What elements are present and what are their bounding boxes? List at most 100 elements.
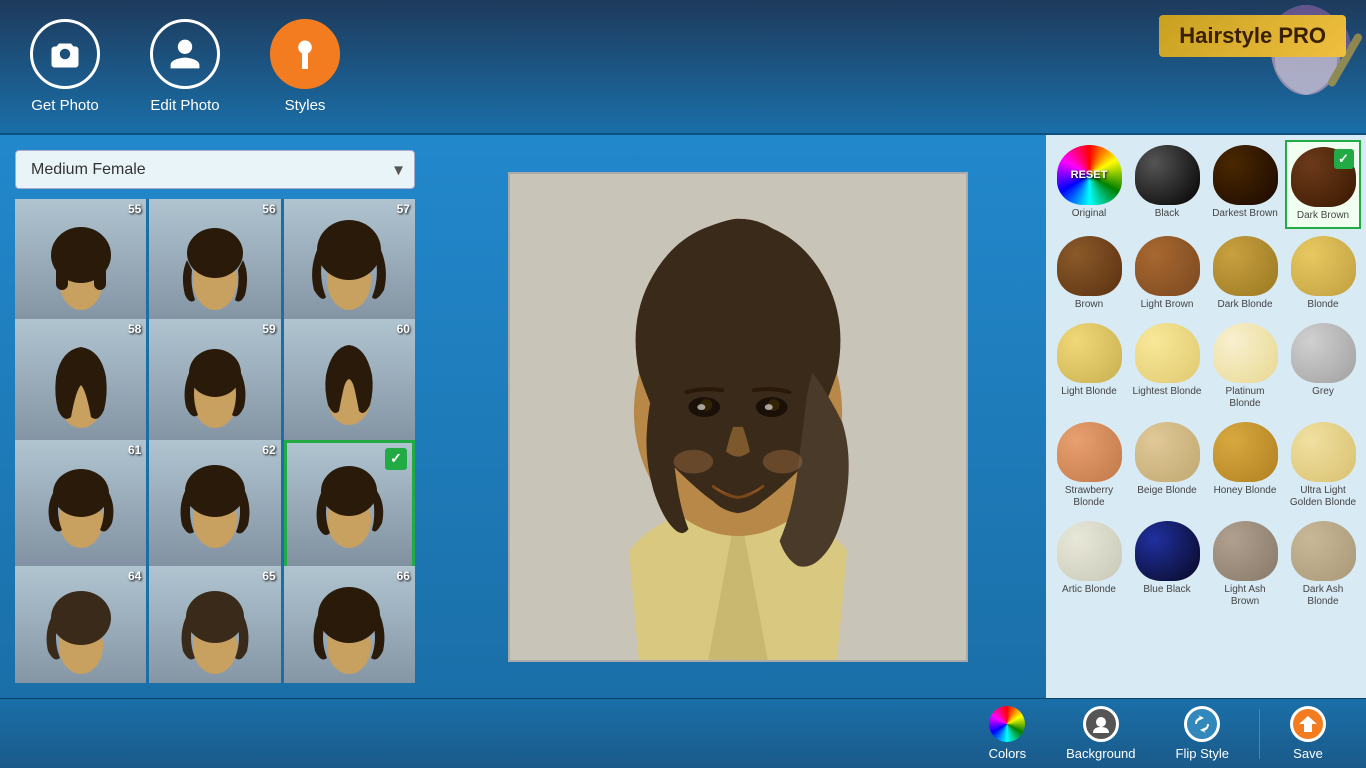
style-item-65[interactable]: 65	[149, 566, 280, 683]
color-swatch-dark-blonde	[1213, 236, 1278, 296]
style-preview-57	[304, 215, 394, 315]
logo-area: Hairstyle PRO	[1046, 0, 1366, 135]
style-item-60[interactable]: 60	[284, 319, 415, 450]
color-swatch-platinum-blonde	[1213, 323, 1278, 383]
colors-panel: RESET Original Black Darkest Brown ✓ Dar…	[1046, 135, 1366, 698]
color-swatch-light-ash-brown	[1213, 521, 1278, 581]
color-swatch-darkest-brown	[1213, 145, 1278, 205]
style-thumb-61	[15, 440, 146, 571]
style-thumb-66	[284, 566, 415, 683]
style-preview-65	[170, 581, 260, 681]
color-label-dark-ash-blonde: Dark Ash Blonde	[1287, 584, 1359, 608]
flip-style-button[interactable]: Flip Style	[1156, 701, 1249, 766]
color-darkest-brown[interactable]: Darkest Brown	[1207, 140, 1283, 229]
color-swatch-dark-brown: ✓	[1291, 147, 1356, 207]
style-item-59[interactable]: 59	[149, 319, 280, 450]
get-photo-label: Get Photo	[31, 97, 99, 114]
color-swatch-blue-black	[1135, 521, 1200, 581]
color-blue-black[interactable]: Blue Black	[1129, 516, 1205, 613]
color-dark-blonde[interactable]: Dark Blonde	[1207, 231, 1283, 316]
style-thumb-59	[149, 319, 280, 450]
style-number-59: 59	[262, 322, 275, 336]
reset-swatch: RESET	[1057, 145, 1122, 205]
style-item-61[interactable]: 61	[15, 440, 146, 571]
color-light-ash-brown[interactable]: Light Ash Brown	[1207, 516, 1283, 613]
color-label-light-blonde: Light Blonde	[1061, 386, 1117, 398]
save-button[interactable]: Save	[1270, 701, 1346, 766]
flip-arrows-icon	[1191, 713, 1213, 735]
color-label-brown: Brown	[1075, 299, 1103, 311]
style-thumb-58	[15, 319, 146, 450]
color-honey-blonde[interactable]: Honey Blonde	[1207, 417, 1283, 514]
center-preview	[430, 135, 1046, 698]
color-swatch-honey-blonde	[1213, 422, 1278, 482]
color-swatch-light-blonde	[1057, 323, 1122, 383]
background-circle-icon	[1083, 706, 1119, 742]
color-wheel-icon	[989, 706, 1025, 742]
color-lightest-blonde[interactable]: Lightest Blonde	[1129, 318, 1205, 415]
color-label-beige-blonde: Beige Blonde	[1137, 485, 1197, 497]
color-ultra-light-golden-blonde[interactable]: Ultra Light Golden Blonde	[1285, 417, 1361, 514]
style-item-66[interactable]: 66	[284, 566, 415, 683]
style-number-56: 56	[262, 202, 275, 216]
color-dark-brown[interactable]: ✓ Dark Brown	[1285, 140, 1361, 229]
style-number-58: 58	[128, 322, 141, 336]
color-label-blue-black: Blue Black	[1143, 584, 1190, 596]
background-button[interactable]: Background	[1046, 701, 1155, 766]
color-swatch-brown	[1057, 236, 1122, 296]
style-category-wrapper: Medium Female Short Female Long Female S…	[15, 150, 415, 189]
style-preview-56	[170, 215, 260, 315]
style-number-55: 55	[128, 202, 141, 216]
color-light-blonde[interactable]: Light Blonde	[1051, 318, 1127, 415]
nav-edit-photo[interactable]: Edit Photo	[150, 19, 220, 114]
style-selected-check-63: ✓	[385, 448, 407, 470]
flip-style-label: Flip Style	[1176, 746, 1229, 761]
styles-grid: 55 56	[15, 199, 415, 683]
color-blonde[interactable]: Blonde	[1285, 231, 1361, 316]
edit-photo-label: Edit Photo	[150, 97, 219, 114]
color-label-original: Original	[1072, 208, 1106, 220]
style-thumb-65	[149, 566, 280, 683]
color-strawberry-blonde[interactable]: Strawberry Blonde	[1051, 417, 1127, 514]
style-number-66: 66	[397, 569, 410, 583]
style-item-64[interactable]: 64	[15, 566, 146, 683]
color-grey[interactable]: Grey	[1285, 318, 1361, 415]
style-item-62[interactable]: 62	[149, 440, 280, 571]
colors-button[interactable]: Colors	[969, 701, 1047, 766]
style-item-63[interactable]: ✓	[284, 440, 415, 571]
edit-photo-circle	[150, 19, 220, 89]
style-item-58[interactable]: 58	[15, 319, 146, 450]
get-photo-circle	[30, 19, 100, 89]
color-brown[interactable]: Brown	[1051, 231, 1127, 316]
color-black[interactable]: Black	[1129, 140, 1205, 229]
style-category-dropdown[interactable]: Medium Female Short Female Long Female S…	[15, 150, 415, 189]
reset-text: RESET	[1071, 169, 1108, 181]
color-original[interactable]: RESET Original	[1051, 140, 1127, 229]
style-item-56[interactable]: 56	[149, 199, 280, 330]
color-dark-ash-blonde[interactable]: Dark Ash Blonde	[1285, 516, 1361, 613]
camera-icon	[47, 36, 83, 72]
color-label-lightest-blonde: Lightest Blonde	[1133, 386, 1202, 398]
styles-panel: Medium Female Short Female Long Female S…	[0, 135, 430, 698]
header: Get Photo Edit Photo Styles Hairstyle PR…	[0, 0, 1366, 135]
preview-portrait	[510, 172, 966, 662]
style-number-62: 62	[262, 443, 275, 457]
color-label-grey: Grey	[1312, 386, 1334, 398]
colors-icon	[989, 706, 1025, 742]
hair-icon	[287, 36, 323, 72]
style-item-57[interactable]: 57	[284, 199, 415, 330]
style-number-65: 65	[262, 569, 275, 583]
person-bg-icon	[1090, 713, 1112, 735]
style-item-55[interactable]: 55	[15, 199, 146, 330]
nav-get-photo[interactable]: Get Photo	[30, 19, 100, 114]
style-number-57: 57	[397, 202, 410, 216]
style-preview-59	[170, 335, 260, 435]
color-platinum-blonde[interactable]: Platinum Blonde	[1207, 318, 1283, 415]
style-thumb-56	[149, 199, 280, 330]
color-beige-blonde[interactable]: Beige Blonde	[1129, 417, 1205, 514]
color-label-light-brown: Light Brown	[1141, 299, 1194, 311]
color-light-brown[interactable]: Light Brown	[1129, 231, 1205, 316]
preview-frame	[508, 172, 968, 662]
color-artic-blonde[interactable]: Artic Blonde	[1051, 516, 1127, 613]
nav-styles[interactable]: Styles	[270, 19, 340, 114]
